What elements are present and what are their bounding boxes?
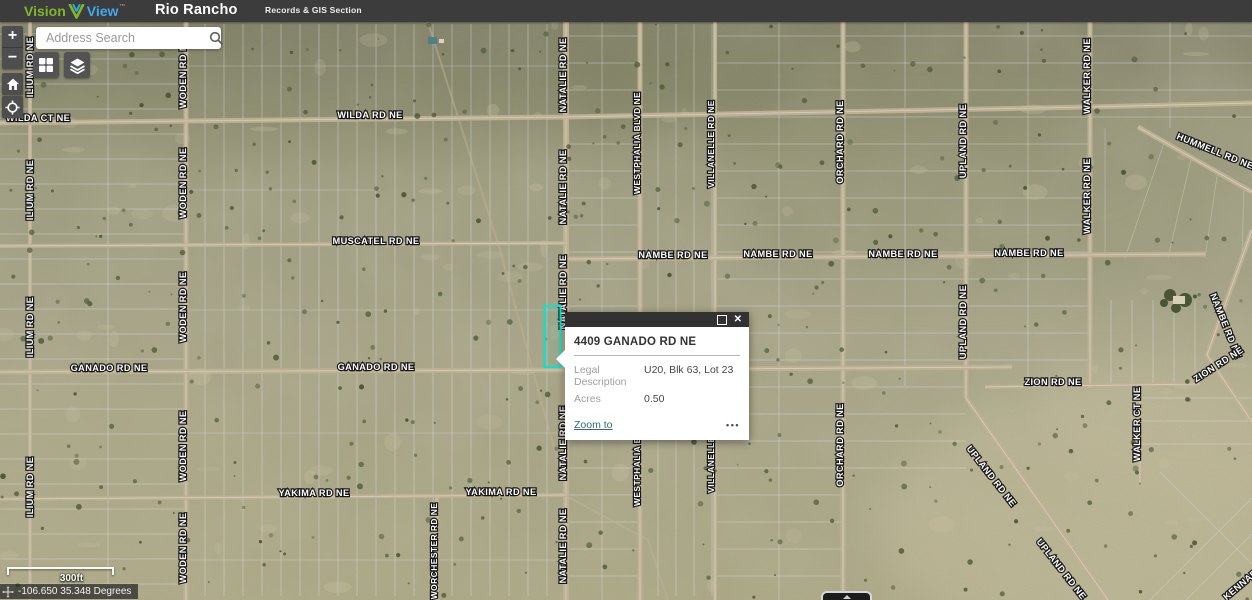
street-label: WODEN RD NE bbox=[178, 148, 188, 219]
attribute-value: 0.50 bbox=[644, 393, 664, 405]
popup-title: 4409 GANADO RD NE bbox=[574, 336, 740, 348]
street-label: WALKER RD NE bbox=[1082, 38, 1092, 114]
attribute-label: Acres bbox=[574, 393, 644, 405]
street-label: WALKER CT NE bbox=[1132, 387, 1142, 462]
gis-application: WILDA CT NEWILDA RD NEMUSCATEL RD NEGANA… bbox=[0, 0, 1252, 600]
zoom-in-button[interactable]: + bbox=[2, 26, 23, 47]
address-search-box bbox=[36, 27, 221, 49]
search-icon[interactable] bbox=[209, 27, 224, 49]
attribute-row: Acres 0.50 bbox=[574, 393, 740, 405]
street-label: NATALIE RD NE bbox=[558, 509, 568, 584]
street-label: WODEN RD NE bbox=[178, 411, 188, 482]
home-icon bbox=[6, 78, 20, 91]
street-label: GANADO RD NE bbox=[71, 363, 148, 373]
popup-close-icon[interactable]: ✕ bbox=[734, 315, 742, 325]
home-extent-button[interactable] bbox=[2, 73, 23, 95]
zoom-to-link[interactable]: Zoom to bbox=[574, 419, 613, 431]
logo-v-icon bbox=[68, 4, 85, 19]
street-label: ILIUM RD NE bbox=[25, 160, 35, 221]
street-label: MUSCATEL RD NE bbox=[333, 236, 420, 246]
zoom-control: + − bbox=[2, 26, 23, 69]
feature-popup: ✕ 4409 GANADO RD NE Legal Description U2… bbox=[565, 312, 749, 440]
search-input[interactable] bbox=[44, 30, 209, 46]
popup-more-menu[interactable]: ••• bbox=[726, 420, 740, 430]
street-label: WILDA RD NE bbox=[337, 110, 402, 120]
popup-maximize-icon[interactable] bbox=[717, 315, 727, 325]
street-label: ILIUM RD NE bbox=[25, 297, 35, 358]
street-label: NAMBE RD NE bbox=[638, 250, 707, 260]
attribute-value: U20, Blk 63, Lot 23 bbox=[644, 364, 733, 388]
street-label: ORCHARD RD NE bbox=[835, 100, 845, 183]
vision-view-logo: Vision View ™ bbox=[24, 1, 125, 21]
scale-bar-label: 300ft bbox=[20, 573, 123, 584]
popup-pointer bbox=[556, 350, 565, 368]
basemap-grid-icon bbox=[38, 57, 54, 73]
street-label: NATALIE RD NE bbox=[558, 150, 568, 225]
street-label: ZION RD NE bbox=[1024, 377, 1081, 387]
street-label: NATALIE RD NE bbox=[558, 38, 568, 113]
street-label: WODEN RD NE bbox=[178, 272, 188, 343]
street-label: UPLAND RD NE bbox=[958, 104, 968, 178]
street-label: WODEN RD NE bbox=[178, 513, 188, 584]
street-label: NAMBE RD NE bbox=[868, 249, 937, 259]
street-label: VILLANELLE RD NE bbox=[706, 100, 716, 188]
attribution-expand-button[interactable] bbox=[821, 591, 872, 600]
logo-text-view: View bbox=[87, 3, 119, 19]
street-label: ILIUM RD NE bbox=[25, 457, 35, 518]
attribute-label: Legal Description bbox=[574, 364, 644, 388]
locate-button[interactable] bbox=[2, 96, 23, 118]
street-label: ORCHARD RD NE bbox=[835, 403, 845, 486]
street-label: UPLAND RD NE bbox=[958, 285, 968, 359]
chevron-up-icon bbox=[843, 595, 851, 599]
layers-icon bbox=[69, 57, 86, 74]
zoom-out-button[interactable]: − bbox=[2, 48, 23, 69]
app-header: Vision View ™ Rio Rancho Records & GIS S… bbox=[0, 0, 1252, 22]
popup-header: ✕ bbox=[565, 312, 749, 327]
layers-button[interactable] bbox=[64, 52, 90, 78]
page-title: Rio Rancho bbox=[155, 2, 238, 18]
coordinates-widget: -106.650 35.348 Degrees bbox=[0, 584, 138, 599]
attribute-row: Legal Description U20, Blk 63, Lot 23 bbox=[574, 364, 740, 388]
map-canvas[interactable]: WILDA CT NEWILDA RD NEMUSCATEL RD NEGANA… bbox=[0, 0, 1252, 600]
page-subtitle: Records & GIS Section bbox=[265, 5, 362, 15]
street-label: NAMBE RD NE bbox=[743, 249, 812, 259]
street-label: WALKER RD NE bbox=[1082, 158, 1092, 234]
popup-body: 4409 GANADO RD NE Legal Description U20,… bbox=[565, 327, 749, 440]
street-label: WORCHESTER RD NE bbox=[429, 503, 439, 600]
street-label: WESTPHALIA BLVD NE bbox=[632, 92, 642, 194]
street-label: GANADO RD NE bbox=[338, 362, 415, 372]
street-label: NAMBE RD NE bbox=[994, 248, 1063, 258]
basemap-gallery-button[interactable] bbox=[33, 52, 59, 78]
street-label: YAKIMA RD NE bbox=[466, 487, 537, 497]
popup-footer: Zoom to ••• bbox=[574, 419, 740, 431]
street-label: YAKIMA RD NE bbox=[279, 488, 350, 498]
logo-trademark: ™ bbox=[119, 4, 125, 10]
logo-text-vision: Vision bbox=[24, 3, 66, 19]
coordinates-readout: -106.650 35.348 Degrees bbox=[18, 586, 131, 597]
locate-icon bbox=[5, 100, 20, 115]
move-crosshair-icon bbox=[2, 586, 14, 598]
popup-divider bbox=[574, 355, 740, 356]
